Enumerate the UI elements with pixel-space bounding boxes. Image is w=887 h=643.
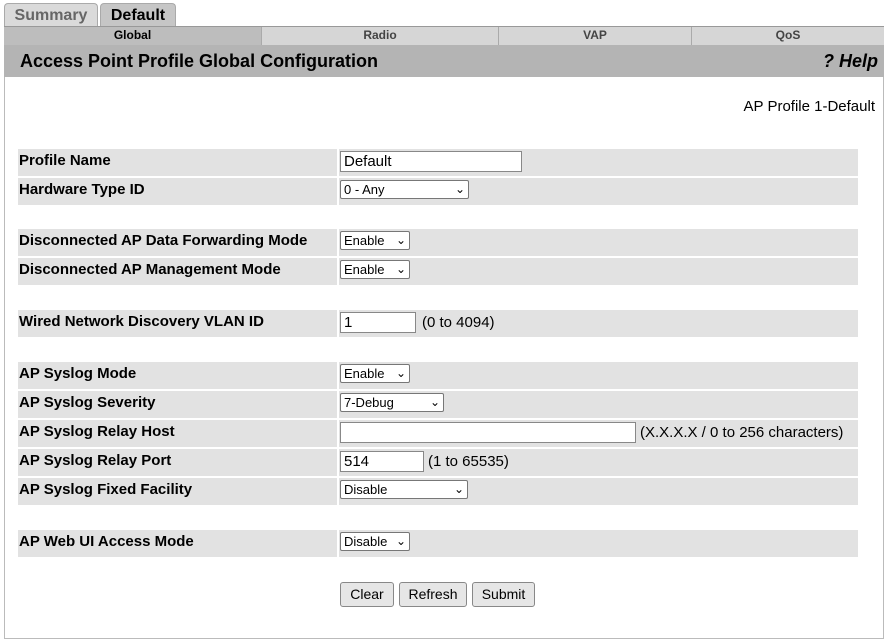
submit-button[interactable]: Submit bbox=[472, 582, 535, 607]
chevron-down-icon: ⌄ bbox=[395, 366, 406, 380]
vlan-id-hint: (0 to 4094) bbox=[422, 314, 495, 331]
sub-tabs: Global Radio VAP QoS bbox=[4, 26, 884, 45]
syslog-facility-select[interactable]: Disable ⌄ bbox=[340, 480, 468, 499]
row-syslog-facility: AP Syslog Fixed Facility Disable ⌄ bbox=[18, 478, 858, 505]
syslog-mode-value: Enable bbox=[344, 366, 385, 381]
chevron-down-icon: ⌄ bbox=[429, 395, 440, 409]
disc-management-label: Disconnected AP Management Mode bbox=[19, 261, 281, 278]
row-disc-management: Disconnected AP Management Mode Enable ⌄ bbox=[18, 258, 858, 285]
syslog-severity-select[interactable]: 7-Debug ⌄ bbox=[340, 393, 444, 412]
tab-vap[interactable]: VAP bbox=[499, 27, 692, 45]
row-syslog-severity: AP Syslog Severity 7-Debug ⌄ bbox=[18, 391, 858, 418]
row-vlan-id: Wired Network Discovery VLAN ID 1 (0 to … bbox=[18, 310, 858, 337]
disc-forwarding-select[interactable]: Enable ⌄ bbox=[340, 231, 410, 250]
syslog-relay-port-label: AP Syslog Relay Port bbox=[19, 452, 172, 469]
row-syslog-mode: AP Syslog Mode Enable ⌄ bbox=[18, 362, 858, 389]
disc-forwarding-label: Disconnected AP Data Forwarding Mode bbox=[19, 232, 308, 249]
refresh-button[interactable]: Refresh bbox=[399, 582, 467, 607]
page-header: Access Point Profile Global Configuratio… bbox=[4, 45, 884, 77]
tab-global[interactable]: Global bbox=[4, 27, 262, 45]
profile-name-input[interactable]: Default bbox=[340, 151, 522, 172]
row-syslog-relay-port: AP Syslog Relay Port 514 (1 to 65535) bbox=[18, 449, 858, 476]
row-web-ui-access: AP Web UI Access Mode Disable ⌄ bbox=[18, 530, 858, 557]
tab-summary[interactable]: Summary bbox=[4, 3, 98, 28]
profile-label: AP Profile 1-Default bbox=[743, 98, 875, 115]
disc-management-select[interactable]: Enable ⌄ bbox=[340, 260, 410, 279]
hardware-type-value: 0 - Any bbox=[344, 182, 385, 197]
syslog-facility-label: AP Syslog Fixed Facility bbox=[19, 481, 193, 498]
syslog-relay-port-hint: (1 to 65535) bbox=[428, 453, 509, 470]
chevron-down-icon: ⌄ bbox=[395, 534, 406, 548]
chevron-down-icon: ⌄ bbox=[453, 482, 464, 496]
web-ui-access-value: Disable bbox=[344, 534, 388, 549]
web-ui-access-select[interactable]: Disable ⌄ bbox=[340, 532, 410, 551]
syslog-relay-host-hint: (X.X.X.X / 0 to 256 characters) bbox=[640, 424, 844, 441]
page-title: Access Point Profile Global Configuratio… bbox=[20, 51, 379, 71]
syslog-relay-port-input[interactable]: 514 bbox=[340, 451, 424, 472]
web-ui-access-label: AP Web UI Access Mode bbox=[19, 533, 194, 550]
syslog-mode-select[interactable]: Enable ⌄ bbox=[340, 364, 410, 383]
row-hardware-type: Hardware Type ID 0 - Any ⌄ bbox=[18, 178, 858, 205]
clear-button[interactable]: Clear bbox=[340, 582, 394, 607]
row-disc-forwarding: Disconnected AP Data Forwarding Mode Ena… bbox=[18, 229, 858, 256]
chevron-down-icon: ⌄ bbox=[395, 262, 406, 276]
tab-default[interactable]: Default bbox=[100, 3, 176, 28]
disc-management-value: Enable bbox=[344, 262, 385, 277]
help-link[interactable]: ? Help bbox=[823, 51, 878, 72]
tab-radio[interactable]: Radio bbox=[262, 27, 499, 45]
syslog-relay-host-input[interactable] bbox=[340, 422, 636, 443]
chevron-down-icon: ⌄ bbox=[454, 182, 465, 196]
chevron-down-icon: ⌄ bbox=[395, 233, 406, 247]
disc-forwarding-value: Enable bbox=[344, 233, 385, 248]
row-profile-name: Profile Name Default bbox=[18, 149, 858, 176]
syslog-severity-label: AP Syslog Severity bbox=[19, 394, 156, 411]
syslog-facility-value: Disable bbox=[344, 482, 388, 497]
hardware-type-label: Hardware Type ID bbox=[19, 181, 145, 198]
vlan-id-input[interactable]: 1 bbox=[340, 312, 416, 333]
tab-qos[interactable]: QoS bbox=[692, 27, 884, 45]
vlan-id-label: Wired Network Discovery VLAN ID bbox=[19, 313, 264, 330]
syslog-relay-host-label: AP Syslog Relay Host bbox=[19, 423, 175, 440]
profile-name-label: Profile Name bbox=[19, 152, 111, 169]
hardware-type-select[interactable]: 0 - Any ⌄ bbox=[340, 180, 469, 199]
syslog-severity-value: 7-Debug bbox=[344, 395, 394, 410]
syslog-mode-label: AP Syslog Mode bbox=[19, 365, 137, 382]
row-syslog-relay-host: AP Syslog Relay Host (X.X.X.X / 0 to 256… bbox=[18, 420, 858, 447]
